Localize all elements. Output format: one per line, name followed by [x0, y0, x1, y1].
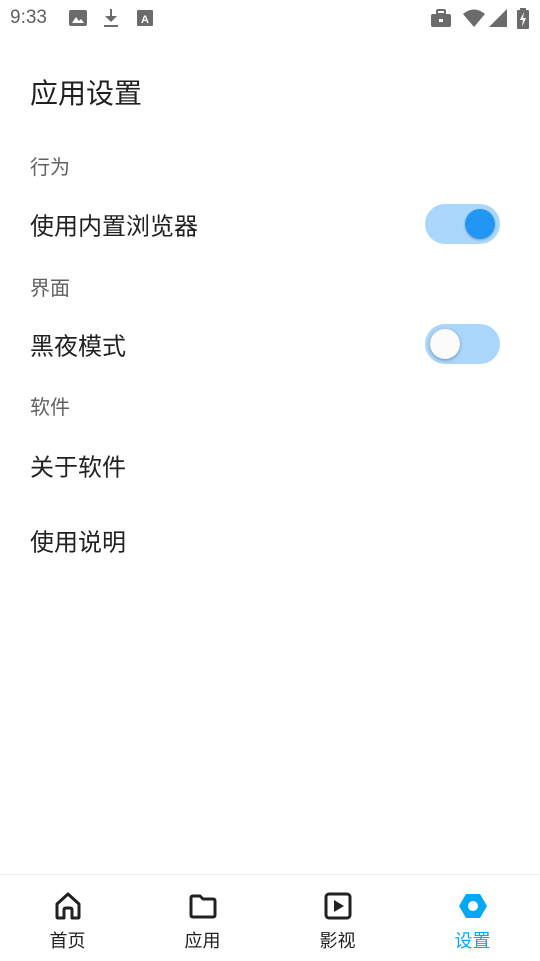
dark-mode-toggle[interactable] — [425, 324, 500, 364]
wifi-icon — [463, 9, 485, 27]
nav-label-video: 影视 — [319, 931, 356, 952]
nav-label-settings: 设置 — [454, 931, 491, 952]
home-icon — [55, 892, 80, 920]
nav-label-home: 首页 — [49, 931, 86, 952]
status-time: 9:33 — [10, 7, 47, 28]
signal-icon — [489, 9, 507, 27]
font-icon: A — [137, 10, 153, 26]
section-header-interface: 界面 — [30, 276, 70, 300]
toggle-thumb — [465, 209, 495, 239]
bottom-navigation: 首页 应用 影视 设置 — [0, 874, 540, 961]
section-header-software: 软件 — [30, 395, 70, 419]
nav-item-home[interactable]: 首页 — [0, 875, 135, 961]
page-title: 应用设置 — [30, 77, 143, 110]
dark-mode-row[interactable]: 黑夜模式 — [0, 312, 540, 376]
video-icon — [324, 892, 351, 920]
about-software-label: 关于软件 — [30, 453, 126, 482]
nav-item-video[interactable]: 影视 — [270, 875, 405, 961]
nav-item-settings[interactable]: 设置 — [405, 875, 540, 961]
nav-item-apps[interactable]: 应用 — [135, 875, 270, 961]
builtin-browser-label: 使用内置浏览器 — [30, 212, 198, 241]
section-header-behavior: 行为 — [30, 155, 70, 179]
usage-instructions-row[interactable]: 使用说明 — [0, 508, 540, 572]
folder-icon — [189, 894, 216, 919]
about-software-row[interactable]: 关于软件 — [0, 433, 540, 497]
briefcase-icon — [431, 9, 451, 27]
dark-mode-label: 黑夜模式 — [30, 332, 126, 361]
svg-text:A: A — [141, 14, 149, 26]
toggle-thumb — [430, 329, 460, 359]
battery-charging-icon — [517, 8, 529, 29]
nav-label-apps: 应用 — [184, 931, 221, 952]
builtin-browser-toggle[interactable] — [425, 204, 500, 244]
status-bar: 9:33 A — [0, 0, 540, 36]
image-icon — [69, 10, 87, 26]
download-icon — [104, 9, 118, 27]
usage-instructions-label: 使用说明 — [30, 528, 126, 557]
settings-icon — [458, 894, 487, 918]
builtin-browser-row[interactable]: 使用内置浏览器 — [0, 192, 540, 256]
